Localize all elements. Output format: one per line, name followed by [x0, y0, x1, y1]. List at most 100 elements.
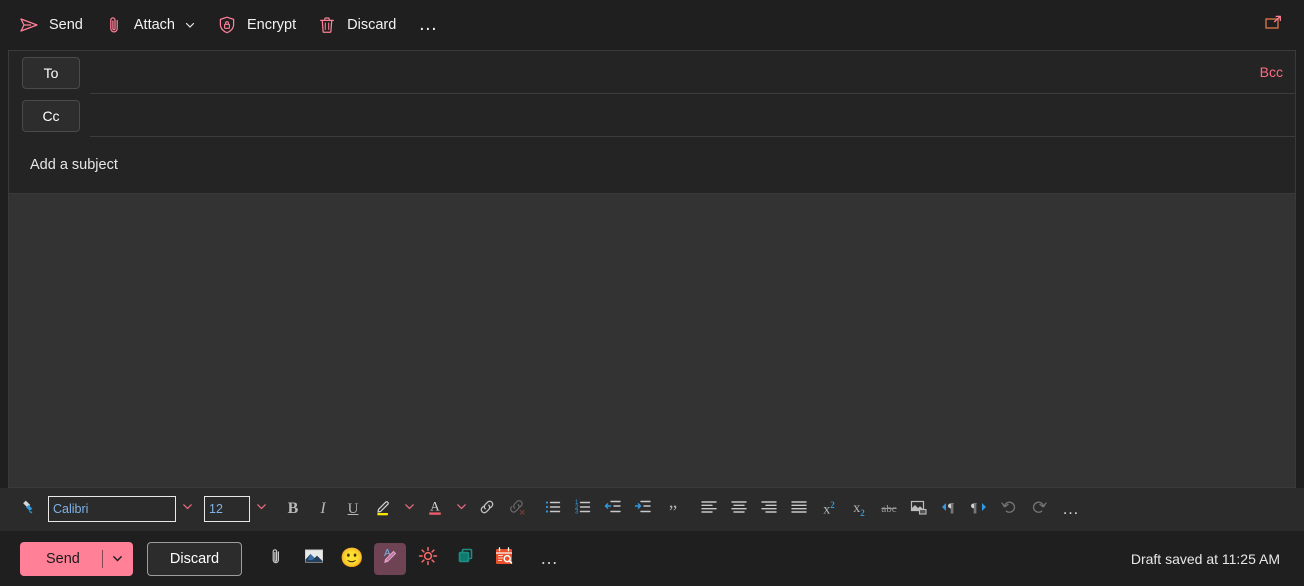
discard-command-label: Discard	[347, 17, 397, 33]
bottom-bar-overflow-button[interactable]: …	[534, 543, 566, 575]
numbered-list-button[interactable]: 1 2 3	[568, 495, 598, 523]
send-options-button[interactable]	[103, 542, 133, 576]
quote-label: ”	[668, 502, 678, 524]
align-center-button[interactable]	[724, 495, 754, 523]
superscript-label: x2	[823, 499, 835, 518]
highlighter-icon	[373, 497, 393, 522]
align-right-button[interactable]	[754, 495, 784, 523]
font-name-input[interactable]: Calibri	[48, 496, 176, 522]
to-row: To Bcc	[9, 51, 1295, 94]
to-input[interactable]: Bcc	[90, 51, 1295, 94]
superscript-button[interactable]: x2	[814, 495, 844, 523]
send-button[interactable]: Send	[20, 542, 102, 576]
decrease-indent-button[interactable]	[598, 495, 628, 523]
remove-link-button[interactable]	[502, 495, 532, 523]
svg-text:3: 3	[575, 509, 579, 515]
formatting-toolbar-overflow-button[interactable]: …	[1054, 495, 1089, 523]
format-painter-button[interactable]	[14, 495, 42, 523]
font-name-dropdown-button[interactable]	[176, 496, 198, 522]
bold-label: B	[287, 500, 299, 517]
italic-button[interactable]: I	[308, 495, 338, 523]
undo-icon	[999, 497, 1019, 522]
chevron-down-icon	[181, 500, 194, 518]
loop-square-icon	[455, 545, 477, 572]
chevron-down-icon	[455, 500, 468, 518]
subscript-button[interactable]: x2	[844, 495, 874, 523]
underline-button[interactable]: U	[338, 495, 368, 523]
emoji-button[interactable]: 🙂	[336, 543, 368, 575]
send-split-button[interactable]: Send	[20, 541, 133, 576]
message-body-editor[interactable]	[8, 193, 1296, 488]
increase-indent-icon	[633, 497, 653, 522]
italic-label: I	[320, 500, 326, 517]
encrypt-command-label: Encrypt	[246, 17, 297, 33]
chevron-down-icon	[403, 500, 416, 518]
send-divider	[101, 549, 103, 568]
insert-picture-button-bottom[interactable]	[298, 543, 330, 575]
insert-picture-button[interactable]	[904, 495, 934, 523]
encrypt-command[interactable]: Encrypt	[206, 8, 306, 42]
dictate-draft-button[interactable]: A	[374, 542, 407, 575]
pop-out-icon	[1262, 12, 1284, 39]
send-command[interactable]: Send	[8, 8, 93, 42]
picture-icon	[909, 497, 929, 522]
redo-button[interactable]	[1024, 495, 1054, 523]
svg-text:A: A	[430, 498, 440, 513]
strikethrough-button[interactable]: abc	[874, 495, 904, 523]
font-color-dropdown-button[interactable]	[450, 496, 472, 522]
justify-icon	[789, 497, 809, 522]
increase-indent-button[interactable]	[628, 495, 658, 523]
ideas-button[interactable]	[412, 543, 444, 575]
cc-input[interactable]	[90, 94, 1295, 137]
chevron-down-icon	[255, 500, 268, 518]
quote-button[interactable]: ”	[658, 495, 688, 523]
command-bar: Send Attach Encrypt Discard …	[0, 0, 1304, 50]
font-size-dropdown-button[interactable]	[250, 496, 272, 522]
align-left-button[interactable]	[694, 495, 724, 523]
insert-link-button[interactable]	[472, 495, 502, 523]
picture-icon	[303, 545, 325, 572]
command-bar-overflow-button[interactable]: …	[406, 8, 452, 42]
shield-lock-icon	[216, 14, 238, 36]
link-icon	[477, 497, 497, 522]
numbered-list-icon: 1 2 3	[573, 497, 593, 522]
underline-label: U	[347, 500, 359, 517]
bcc-link[interactable]: Bcc	[1260, 64, 1283, 80]
svg-text:¶: ¶	[948, 500, 954, 515]
font-size-input[interactable]: 12	[204, 496, 250, 522]
bold-button[interactable]: B	[278, 495, 308, 523]
bookings-button[interactable]	[488, 543, 520, 575]
redo-icon	[1029, 497, 1049, 522]
discard-button[interactable]: Discard	[146, 541, 243, 576]
to-button[interactable]: To	[22, 56, 80, 89]
compose-header-panel: To Bcc Cc Add a subject	[8, 50, 1296, 193]
subscript-label: x2	[853, 500, 865, 518]
unlink-icon	[507, 497, 527, 522]
attach-command[interactable]: Attach	[93, 8, 206, 42]
discard-command[interactable]: Discard	[306, 8, 406, 42]
strikethrough-label: abc	[881, 503, 897, 515]
font-color-button[interactable]: A	[420, 495, 450, 523]
subject-row[interactable]: Add a subject	[9, 137, 1295, 193]
justify-button[interactable]	[784, 495, 814, 523]
attach-file-button[interactable]	[260, 543, 292, 575]
highlight-dropdown-button[interactable]	[398, 496, 420, 522]
loop-components-button[interactable]	[450, 543, 482, 575]
formatting-toolbar: Calibri 12 B I U A 1 2 3 ” x2 x2 abc ¶ ¶…	[0, 488, 1304, 530]
align-right-icon	[759, 497, 779, 522]
decrease-indent-icon	[603, 497, 623, 522]
compose-window: Send Attach Encrypt Discard … To Bcc Cc …	[0, 0, 1304, 586]
format-painter-icon	[19, 497, 38, 521]
undo-button[interactable]	[994, 495, 1024, 523]
send-icon	[18, 14, 40, 36]
paperclip-icon	[266, 546, 286, 571]
bulleted-list-button[interactable]	[538, 495, 568, 523]
ltr-direction-button[interactable]: ¶	[934, 495, 964, 523]
trash-icon	[316, 14, 338, 36]
cc-button[interactable]: Cc	[22, 99, 80, 132]
pop-out-button[interactable]	[1256, 8, 1290, 42]
subject-input-placeholder: Add a subject	[30, 157, 118, 173]
rtl-direction-button[interactable]: ¶	[964, 495, 994, 523]
calendar-search-icon	[493, 545, 515, 572]
highlight-button[interactable]	[368, 495, 398, 523]
